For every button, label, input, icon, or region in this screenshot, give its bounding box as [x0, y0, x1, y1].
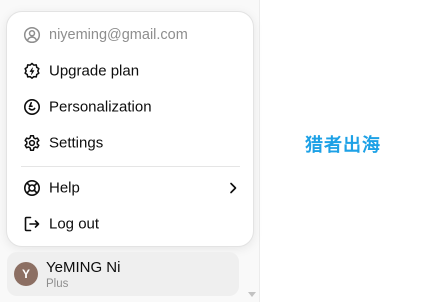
- upgrade-plan-item[interactable]: Upgrade plan: [7, 53, 253, 89]
- avatar: Y: [14, 262, 38, 286]
- user-account-button[interactable]: Y YeMING Ni Plus: [7, 252, 239, 296]
- account-email: niyeming@gmail.com: [49, 27, 188, 43]
- user-plan: Plus: [46, 278, 69, 290]
- account-email-item: niyeming@gmail.com: [7, 17, 253, 53]
- scroll-down-arrow-icon[interactable]: [248, 292, 256, 297]
- user-name: YeMING Ni: [46, 259, 121, 276]
- help-label: Help: [49, 179, 80, 197]
- chevron-right-icon: [227, 182, 239, 194]
- logout-icon: [23, 215, 41, 233]
- logout-label: Log out: [49, 215, 100, 233]
- gear-icon: [23, 134, 41, 152]
- settings-item[interactable]: Settings: [7, 125, 253, 161]
- upgrade-icon: [23, 62, 41, 80]
- menu-divider: [21, 166, 240, 167]
- lifebuoy-icon: [23, 179, 41, 197]
- watermark-text: 猎者出海: [305, 135, 381, 156]
- logout-item[interactable]: Log out: [7, 206, 253, 242]
- personalization-label: Personalization: [49, 98, 152, 116]
- sidebar: niyeming@gmail.com Upgrade plan Personal…: [0, 0, 260, 302]
- personalization-icon: [23, 98, 41, 116]
- settings-label: Settings: [49, 134, 104, 152]
- personalization-item[interactable]: Personalization: [7, 89, 253, 125]
- help-item[interactable]: Help: [7, 170, 253, 206]
- account-menu: niyeming@gmail.com Upgrade plan Personal…: [6, 11, 254, 247]
- upgrade-plan-label: Upgrade plan: [49, 62, 140, 80]
- user-circle-icon: [23, 26, 41, 44]
